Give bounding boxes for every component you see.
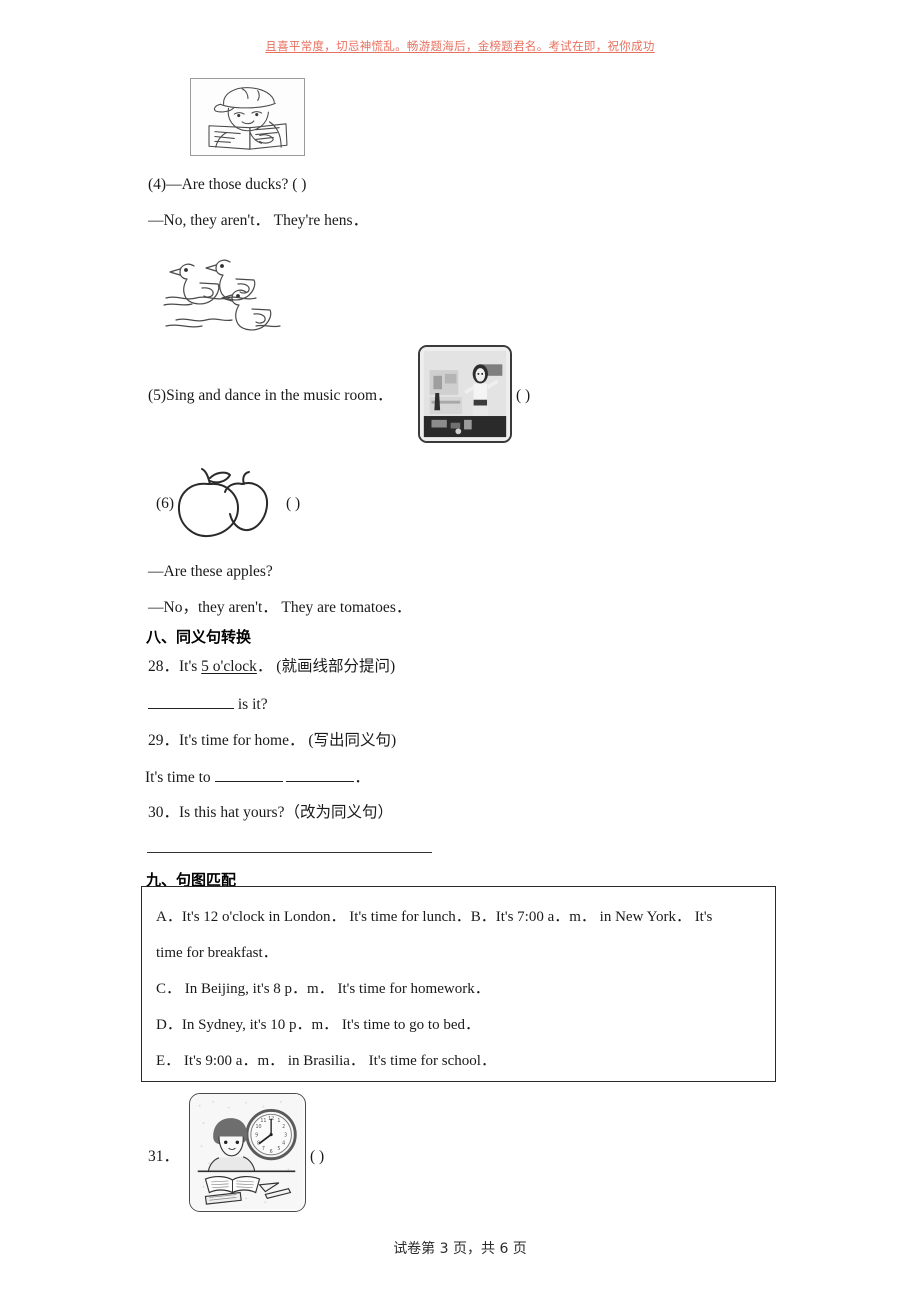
question-28-answer-line: is it? [148, 694, 268, 715]
question-28-answer-suffix: is it? [234, 696, 268, 713]
boy-reading-book-illustration [190, 78, 305, 156]
option-line-c: C． In Beijing, it's 8 p．m． It's time for… [156, 981, 490, 997]
header-slogan: 且喜平常度，切忌神慌乱。畅游题海后，金榜题君名。考试在即，祝你成功 [265, 39, 655, 53]
question-6-bracket[interactable]: ( ) [286, 494, 300, 514]
question-6-line-2: —No，they aren't． They are tomatoes． [148, 599, 412, 616]
section-9-options-box: A．It's 12 o'clock in London． It's time f… [141, 886, 776, 1082]
svg-text:11: 11 [260, 1118, 266, 1124]
boy-doing-homework-with-clock-photo: 12 3 6 9 1 2 4 5 7 8 10 11 [189, 1093, 306, 1212]
svg-text:4: 4 [282, 1140, 285, 1146]
question-4-line-1: (4)—Are those ducks? ( ) [148, 176, 307, 193]
answer-blank-2[interactable] [286, 767, 355, 782]
question-30: 30．Is this hat yours?（改为同义句） [148, 804, 393, 821]
question-30-answer-rule[interactable] [147, 852, 432, 853]
section-8-heading: 八、同义句转换 [146, 628, 252, 646]
answer-blank[interactable] [148, 694, 234, 709]
option-line-e: E． It's 9:00 a．m． in Brasilia． It's time… [156, 1053, 496, 1069]
page-footer: 试卷第 3 页，共 6 页 [393, 1241, 527, 1257]
question-28-prefix: 28．It's [148, 658, 202, 675]
question-29-answer-prefix: It's time to [145, 769, 215, 786]
exam-page: 且喜平常度，切忌神慌乱。畅游题海后，金榜题君名。考试在即，祝你成功 (4)—Ar… [0, 0, 920, 1302]
question-28-underlined-part: 5 o'clock [201, 658, 257, 675]
option-line-d: D．In Sydney, it's 10 p．m． It's time to g… [156, 1017, 481, 1033]
svg-text:6: 6 [270, 1149, 273, 1155]
question-29: 29．It's time for home． (写出同义句) [148, 732, 397, 749]
svg-text:5: 5 [277, 1146, 280, 1152]
music-room-photo [418, 345, 512, 443]
question-6-line-1: —Are these apples? [148, 563, 273, 580]
question-29-answer-line: It's time to ． [145, 767, 370, 788]
question-5-text: (5)Sing and dance in the music room． [148, 387, 393, 404]
question-29-answer-suffix: ． [354, 769, 370, 786]
svg-text:2: 2 [282, 1124, 285, 1130]
svg-text:1: 1 [277, 1118, 280, 1124]
question-31-number: 31． [148, 1148, 180, 1165]
svg-text:3: 3 [284, 1133, 287, 1139]
option-line-a-1: A．It's 12 o'clock in London． It's time f… [156, 909, 713, 925]
three-ducks-swimming-illustration [160, 248, 300, 333]
svg-text:10: 10 [256, 1124, 262, 1130]
question-31-bracket[interactable]: ( ) [310, 1147, 324, 1167]
option-line-a-2: time for breakfast． [156, 945, 278, 961]
question-4-line-2: —No, they aren't． They're hens． [148, 212, 369, 229]
question-28-suffix: ． (就画线部分提问) [256, 658, 396, 675]
question-5-bracket[interactable]: ( ) [516, 386, 530, 406]
answer-blank-1[interactable] [214, 767, 283, 782]
svg-text:7: 7 [262, 1146, 265, 1152]
svg-text:9: 9 [255, 1133, 258, 1139]
question-28: 28．It's 5 o'clock． (就画线部分提问) [148, 657, 395, 677]
two-apples-illustration [170, 462, 280, 540]
